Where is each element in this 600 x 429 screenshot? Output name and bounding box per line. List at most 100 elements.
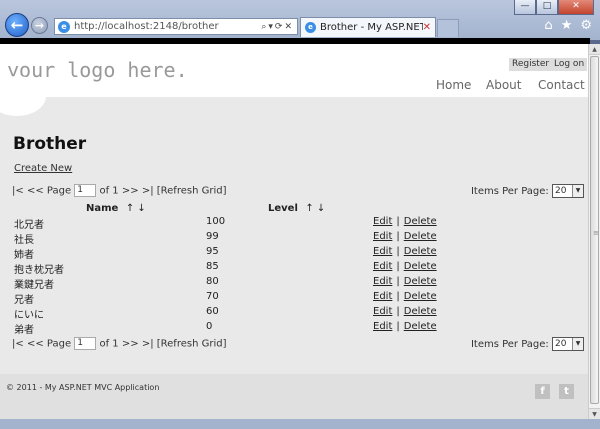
logon-link[interactable]: Log on (551, 58, 588, 71)
menu-item-home[interactable]: Home (436, 78, 471, 92)
table-row: にいに 60 Edit | Delete (14, 306, 454, 321)
delete-link[interactable]: Delete (404, 306, 437, 317)
delete-link[interactable]: Delete (404, 231, 437, 242)
new-tab-button[interactable] (437, 19, 459, 37)
row-actions: Edit | Delete (373, 216, 437, 227)
cell-name: 兄者 (14, 295, 34, 306)
delete-link[interactable]: Delete (404, 321, 437, 332)
create-new-link[interactable]: Create New (14, 163, 72, 174)
arrow-left-icon: ← (10, 16, 24, 34)
page-title: Brother (13, 134, 87, 154)
column-name-label: Name (86, 203, 119, 214)
items-per-page: Items Per Page: 20 ▼ (471, 337, 584, 352)
refresh-grid-link[interactable]: [Refresh Grid] (157, 186, 227, 197)
delete-link[interactable]: Delete (404, 291, 437, 302)
pager-bottom: |< << Page 1 of 1 >> >| [Refresh Grid] I… (12, 337, 584, 351)
column-header-level[interactable]: Level ↑ ↓ (268, 203, 325, 214)
separator: | (396, 291, 400, 302)
edit-link[interactable]: Edit (373, 231, 392, 242)
pager-page-input[interactable]: 1 (74, 337, 97, 350)
cell-level: 70 (206, 291, 219, 302)
refresh-grid-link[interactable]: [Refresh Grid] (157, 339, 227, 350)
cell-level: 100 (206, 216, 226, 227)
separator: | (396, 321, 400, 332)
ie-favicon-icon: e (58, 20, 70, 33)
row-actions: Edit | Delete (373, 276, 437, 287)
pager-next-link[interactable]: >> (122, 186, 139, 197)
edit-link[interactable]: Edit (373, 216, 392, 227)
column-header-name[interactable]: Name ↑ ↓ (86, 203, 146, 214)
pager-page-label: Page (46, 185, 72, 197)
pager-top: |< << Page 1 of 1 >> >| [Refresh Grid] I… (12, 184, 584, 198)
browser-toolbar-icons: ⌂ ★ ⚙ (544, 18, 592, 33)
pager-prev-link[interactable]: << (27, 186, 44, 197)
back-button[interactable]: ← (5, 13, 29, 37)
gear-icon[interactable]: ⚙ (580, 18, 592, 33)
menu-item-contact[interactable]: Contact (538, 78, 585, 92)
edit-link[interactable]: Edit (373, 306, 392, 317)
items-per-page-value: 20 (555, 339, 567, 349)
status-bar (0, 419, 600, 429)
table-row: 北兄者 100 Edit | Delete (14, 216, 454, 231)
facebook-icon[interactable]: f (535, 384, 550, 399)
delete-link[interactable]: Delete (404, 261, 437, 272)
row-actions: Edit | Delete (373, 246, 437, 257)
home-icon[interactable]: ⌂ (544, 18, 552, 33)
address-bar[interactable]: e http://localhost:2148/brother ⌕▾⟳✕ (54, 18, 298, 35)
address-tools-icon[interactable]: ⌕▾⟳✕ (261, 22, 294, 32)
table-row: 抱き枕兄者 85 Edit | Delete (14, 261, 454, 276)
url-text[interactable]: http://localhost:2148/brother (74, 21, 261, 32)
menu-item-about[interactable]: About (486, 78, 521, 92)
favorites-star-icon[interactable]: ★ (561, 18, 573, 33)
pager-last-link[interactable]: >| (142, 186, 154, 197)
scroll-down-icon[interactable]: ▼ (589, 408, 600, 419)
pager-page-input[interactable]: 1 (74, 184, 97, 197)
twitter-icon[interactable]: t (559, 384, 574, 399)
sort-arrows-icon[interactable]: ↑ ↓ (305, 203, 325, 214)
pager-first-link[interactable]: |< (12, 339, 24, 350)
minimize-button[interactable]: — (514, 0, 536, 15)
cell-level: 80 (206, 276, 219, 287)
items-per-page-value: 20 (555, 186, 567, 196)
tab-close-icon[interactable]: ✕ (423, 22, 431, 33)
pager-last-link[interactable]: >| (142, 339, 154, 350)
cell-name: 抱き枕兄者 (14, 265, 64, 276)
separator: | (396, 231, 400, 242)
edit-link[interactable]: Edit (373, 291, 392, 302)
delete-link[interactable]: Delete (404, 246, 437, 257)
vertical-scrollbar[interactable]: ▲ ≡ ▼ (588, 44, 600, 419)
pager-of-label: of 1 (99, 185, 119, 197)
close-window-button[interactable]: ✕ (558, 0, 594, 15)
delete-link[interactable]: Delete (404, 276, 437, 287)
scroll-up-icon[interactable]: ▲ (589, 44, 600, 55)
delete-link[interactable]: Delete (404, 216, 437, 227)
forward-button[interactable]: → (31, 17, 48, 34)
tab-title: Brother - My ASP.NET M... (320, 22, 423, 33)
pager-next-link[interactable]: >> (122, 339, 139, 350)
separator: | (396, 306, 400, 317)
row-actions: Edit | Delete (373, 291, 437, 302)
separator: | (396, 246, 400, 257)
separator: | (396, 216, 400, 227)
edit-link[interactable]: Edit (373, 261, 392, 272)
chevron-down-icon: ▼ (572, 185, 583, 197)
scrollbar-thumb[interactable]: ≡ (590, 56, 599, 404)
items-per-page-select[interactable]: 20 ▼ (552, 337, 584, 351)
chevron-down-icon: ▼ (572, 338, 583, 350)
items-per-page-select[interactable]: 20 ▼ (552, 184, 584, 198)
pager-prev-link[interactable]: << (27, 339, 44, 350)
edit-link[interactable]: Edit (373, 321, 392, 332)
separator: | (396, 261, 400, 272)
pager-first-link[interactable]: |< (12, 186, 24, 197)
cell-name: 弟者 (14, 325, 34, 336)
maximize-button[interactable]: □ (536, 0, 558, 15)
page-viewport: your logo here. Register Log on Home Abo… (0, 44, 588, 419)
arrow-right-icon: → (34, 19, 45, 32)
register-link[interactable]: Register (509, 58, 553, 71)
cell-name: 社長 (14, 235, 34, 246)
edit-link[interactable]: Edit (373, 246, 392, 257)
table-row: 業鍵兄者 80 Edit | Delete (14, 276, 454, 291)
tab-brother[interactable]: e Brother - My ASP.NET M... ✕ (300, 17, 436, 37)
edit-link[interactable]: Edit (373, 276, 392, 287)
sort-arrows-icon[interactable]: ↑ ↓ (126, 203, 146, 214)
